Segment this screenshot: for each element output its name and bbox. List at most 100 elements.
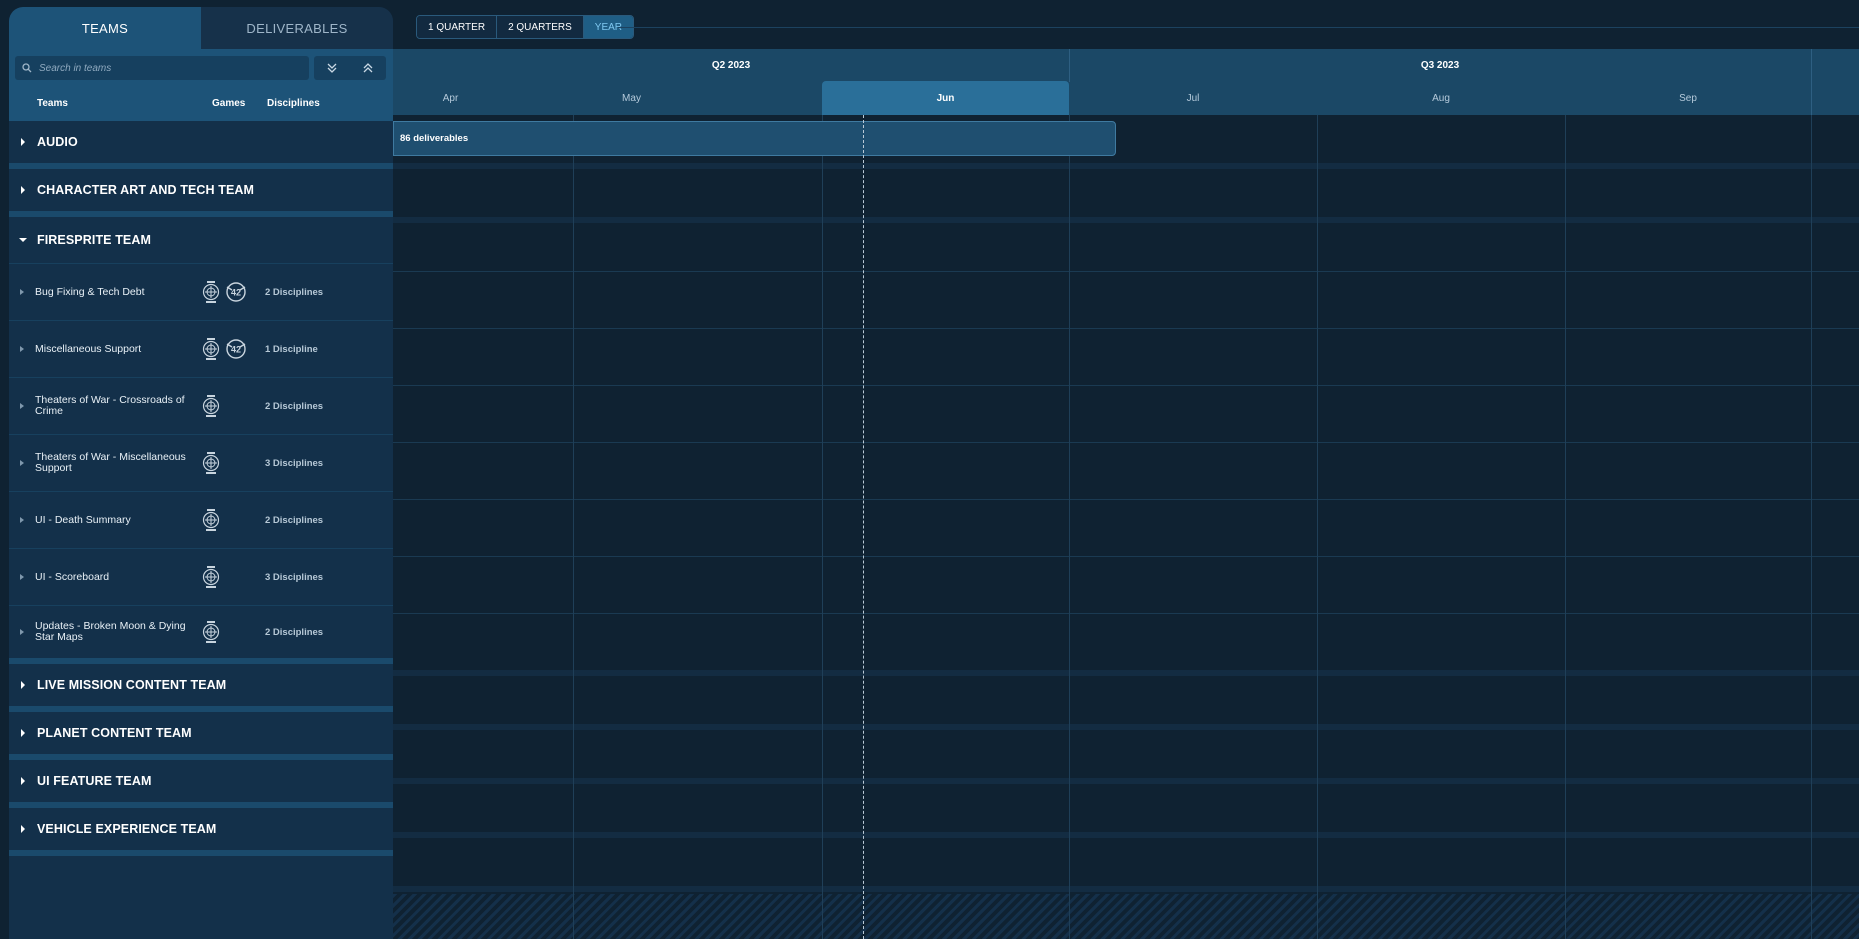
deliverables-bar[interactable]: 86 deliverables <box>393 121 1116 156</box>
item-name: Bug Fixing & Tech Debt <box>35 285 145 298</box>
row-line <box>393 385 1859 386</box>
disciplines-count: 1 Discipline <box>265 343 318 355</box>
expand-collapse-group <box>314 56 386 80</box>
list-item[interactable]: Updates - Broken Moon & Dying Star Maps … <box>9 606 393 664</box>
row-separator <box>393 886 1859 892</box>
star-citizen-logo-icon <box>202 452 220 474</box>
list-item[interactable]: Bug Fixing & Tech Debt 42 2 Disciplines <box>9 264 393 321</box>
column-header-games: Games <box>212 98 246 109</box>
row-separator <box>393 724 1859 730</box>
item-name: Miscellaneous Support <box>35 342 142 355</box>
expand-all-button[interactable] <box>314 56 350 80</box>
star-citizen-logo-icon <box>202 621 220 643</box>
row-line <box>393 499 1859 500</box>
zoom-selector: 1 QUARTER 2 QUARTERS YEAR <box>416 15 635 39</box>
team-name: UI FEATURE TEAM <box>37 774 152 788</box>
team-name: PLANET CONTENT TEAM <box>37 726 192 740</box>
team-row-ui-feature[interactable]: UI FEATURE TEAM <box>9 760 393 808</box>
tab-deliverables[interactable]: DELIVERABLES <box>201 7 393 49</box>
disciplines-count: 2 Disciplines <box>265 400 324 412</box>
timeline-grid: 86 deliverables <box>393 115 1859 939</box>
zoom-2-quarters-button[interactable]: 2 QUARTERS <box>497 16 584 38</box>
games-icons <box>201 509 221 531</box>
search-input[interactable] <box>39 62 299 74</box>
star-citizen-logo-icon <box>202 338 220 360</box>
svg-text:42: 42 <box>231 288 241 298</box>
item-name: UI - Death Summary <box>35 513 131 526</box>
item-name: Theaters of War - Miscellaneous Support <box>35 451 186 474</box>
row-separator <box>393 670 1859 676</box>
star-citizen-logo-icon <box>202 395 220 417</box>
row-separator <box>393 217 1859 223</box>
hatched-footer <box>393 894 1859 939</box>
squadron-42-logo-icon: 42 <box>226 282 246 302</box>
team-row-audio[interactable]: AUDIO <box>9 121 393 169</box>
star-citizen-logo-icon <box>202 509 220 531</box>
team-row-character-art[interactable]: CHARACTER ART AND TECH TEAM <box>9 169 393 217</box>
disciplines-count: 2 Disciplines <box>265 626 324 638</box>
caret-right-icon <box>9 403 35 409</box>
collapse-all-button[interactable] <box>350 56 386 80</box>
disciplines-count: 2 Disciplines <box>265 286 324 298</box>
caret-down-icon <box>9 237 37 243</box>
item-name: UI - Scoreboard <box>35 570 110 583</box>
month-label[interactable]: Jul <box>1069 82 1317 115</box>
quarter-label: Q2 2023 <box>711 60 751 71</box>
divider <box>618 27 1859 28</box>
month-label-current[interactable]: Jun <box>822 81 1069 115</box>
divider <box>1811 49 1812 82</box>
team-row-planet-content[interactable]: PLANET CONTENT TEAM <box>9 712 393 760</box>
team-name: VEHICLE EXPERIENCE TEAM <box>37 822 217 836</box>
team-row-firesprite[interactable]: FIRESPRITE TEAM <box>9 217 393 264</box>
panel-tabs: TEAMS DELIVERABLES <box>9 7 393 49</box>
team-name: LIVE MISSION CONTENT TEAM <box>37 678 227 692</box>
quarter-header: Q2 2023 Q3 2023 <box>393 49 1859 82</box>
caret-right-icon <box>9 346 35 352</box>
list-item[interactable]: Miscellaneous Support 42 1 Discipline <box>9 321 393 378</box>
list-item[interactable]: Theaters of War - Crossroads of Crime 2 … <box>9 378 393 435</box>
item-name: Theaters of War - Crossroads of Crime <box>35 394 185 417</box>
disciplines-count: 3 Disciplines <box>265 571 324 583</box>
list-item[interactable]: UI - Death Summary 2 Disciplines <box>9 492 393 549</box>
month-label[interactable]: Apr <box>393 82 508 115</box>
row-line <box>393 271 1859 272</box>
row-line <box>393 328 1859 329</box>
column-header-disciplines: Disciplines <box>267 98 320 109</box>
month-label[interactable]: Sep <box>1565 82 1811 115</box>
column-header-teams: Teams <box>37 98 68 109</box>
panel-toolbar: Teams Games Disciplines <box>9 49 393 121</box>
today-marker <box>863 115 864 939</box>
caret-right-icon <box>9 460 35 466</box>
games-icons <box>201 395 221 417</box>
list-item[interactable]: Theaters of War - Miscellaneous Support … <box>9 435 393 492</box>
month-label[interactable]: Aug <box>1317 82 1565 115</box>
caret-right-icon <box>9 629 35 635</box>
search-box <box>15 56 309 80</box>
gridline <box>1069 115 1070 939</box>
row-line <box>393 442 1859 443</box>
list-item[interactable]: UI - Scoreboard 3 Disciplines <box>9 549 393 606</box>
zoom-1-quarter-button[interactable]: 1 QUARTER <box>417 16 498 38</box>
search-icon <box>15 63 39 73</box>
gridline <box>573 115 574 939</box>
games-icons <box>201 566 221 588</box>
games-icons: 42 <box>201 281 248 303</box>
divider <box>1069 49 1070 82</box>
star-citizen-logo-icon <box>202 566 220 588</box>
divider <box>1811 82 1812 115</box>
caret-right-icon <box>9 825 37 833</box>
team-row-live-mission[interactable]: LIVE MISSION CONTENT TEAM <box>9 664 393 712</box>
month-label[interactable]: May <box>508 82 755 115</box>
teams-panel: TEAMS DELIVERABLES Teams Games Disciplin… <box>9 7 393 939</box>
team-name: AUDIO <box>37 135 78 149</box>
svg-text:42: 42 <box>231 345 241 355</box>
team-row-vehicle-experience[interactable]: VEHICLE EXPERIENCE TEAM <box>9 808 393 856</box>
row-line <box>393 556 1859 557</box>
gridline <box>1565 115 1566 939</box>
gridline <box>1317 115 1318 939</box>
games-icons: 42 <box>201 338 248 360</box>
tab-teams[interactable]: TEAMS <box>9 7 201 49</box>
row-separator <box>393 163 1859 169</box>
gridline <box>822 115 823 939</box>
caret-right-icon <box>9 729 37 737</box>
